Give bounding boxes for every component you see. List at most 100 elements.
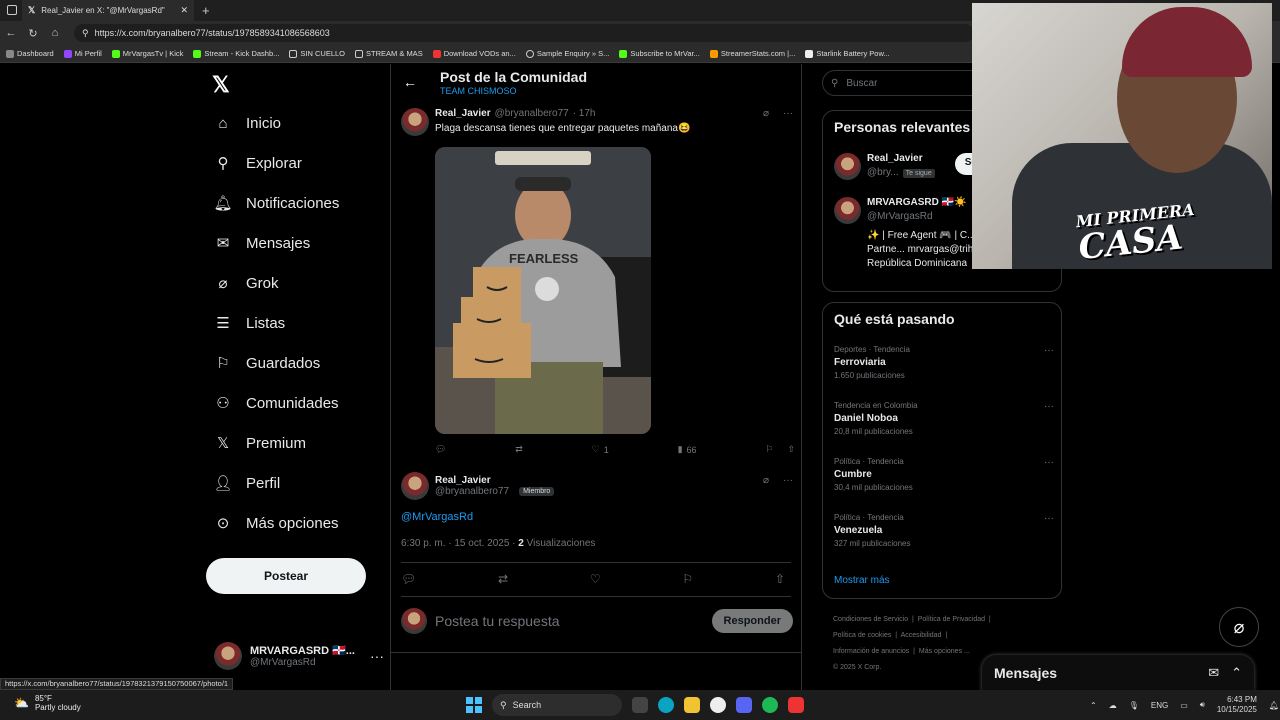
nav-explore[interactable]: ⚲ Explorar: [214, 154, 302, 173]
nav-profile[interactable]: 👤︎ Perfil: [213, 474, 280, 493]
tab-actions-icon[interactable]: [7, 5, 17, 15]
show-more-link[interactable]: Mostrar más: [834, 575, 890, 586]
trend-item[interactable]: Deportes · Tendencia Ferroviaria 1.650 p…: [834, 345, 1054, 380]
site-info-icon[interactable]: ⚲: [82, 28, 89, 39]
more-dots-icon[interactable]: ···: [1044, 457, 1054, 468]
reply-input[interactable]: Postea tu respuesta: [435, 613, 560, 629]
back-icon[interactable]: ←: [0, 27, 22, 39]
new-tab-icon[interactable]: +: [202, 3, 210, 18]
relevant-person[interactable]: Real_Javier @bry... Te sigue Se: [834, 153, 987, 180]
chrome-icon[interactable]: [710, 697, 726, 713]
more-dots-icon[interactable]: ···: [783, 108, 793, 119]
nav-messages[interactable]: ✉ Mensajes: [214, 234, 311, 253]
bookmark-item[interactable]: StreamerStats.com |...: [709, 49, 795, 58]
trend-item[interactable]: Tendencia en Colombia Daniel Noboa 20,8 …: [834, 401, 1054, 436]
obs-icon[interactable]: [788, 697, 804, 713]
bookmark-item[interactable]: STREAM & MAS: [355, 49, 423, 58]
author-handle[interactable]: @bryanalbero77: [495, 108, 569, 119]
author-handle[interactable]: @bryanalbero77: [435, 486, 509, 497]
trend-item[interactable]: Política · Tendencia Cumbre 30,4 mil pub…: [834, 457, 1054, 492]
more-dots-icon[interactable]: ···: [1044, 401, 1054, 412]
person-name[interactable]: MRVARGASRD 🇩🇴☀️: [867, 197, 967, 208]
reply-action[interactable]: 💬︎: [435, 444, 446, 455]
author-name[interactable]: Real_Javier: [435, 108, 491, 119]
community-link[interactable]: TEAM CHISMOSO: [440, 86, 517, 96]
url-field[interactable]: ⚲ https://x.com/bryanalbero77/status/197…: [74, 24, 974, 42]
bookmark-item[interactable]: SIN CUELLO: [289, 49, 345, 58]
language-indicator[interactable]: ENG: [1151, 701, 1168, 710]
nav-notifications[interactable]: 🔔︎ Notificaciones: [213, 194, 339, 213]
spotify-icon[interactable]: [762, 697, 778, 713]
grok-floating-button[interactable]: ⌀: [1219, 607, 1259, 647]
footer-link[interactable]: Accesibilidad: [901, 632, 942, 639]
footer-link[interactable]: Política de Privacidad: [918, 616, 985, 623]
bookmark-item[interactable]: Dashboard: [6, 49, 54, 58]
community-post[interactable]: Real_Javier @bryanalbero77 · 17h ⌀ ··· P…: [401, 108, 795, 455]
volume-icon[interactable]: 🔊︎: [1200, 700, 1205, 710]
repost-icon[interactable]: ⇄: [498, 572, 508, 586]
nav-premium[interactable]: 𝕏 Premium: [214, 434, 306, 453]
discord-icon[interactable]: [736, 697, 752, 713]
avatar[interactable]: [401, 108, 429, 136]
home-icon[interactable]: ⌂: [44, 27, 66, 39]
new-message-icon[interactable]: ✉: [1208, 665, 1219, 681]
more-dots-icon[interactable]: ···: [1044, 345, 1054, 356]
nav-more[interactable]: ⊙ Más opciones: [214, 514, 339, 533]
tab-close-icon[interactable]: ✕: [180, 5, 188, 16]
reply-button[interactable]: Responder: [711, 609, 793, 633]
notification-icon[interactable]: 🔔︎: [1269, 701, 1279, 710]
grok-icon[interactable]: ⌀: [763, 108, 769, 119]
grok-icon[interactable]: ⌀: [763, 475, 769, 486]
bookmark-item[interactable]: Sample Enquiry » S...: [525, 49, 609, 58]
expand-up-icon[interactable]: ⌃: [1231, 665, 1242, 681]
nav-grok[interactable]: ⌀ Grok: [214, 274, 278, 293]
more-dots-icon[interactable]: ···: [1044, 513, 1054, 524]
post-image[interactable]: FEARLESS: [435, 147, 651, 434]
mention-link[interactable]: @MrVargasRd: [401, 511, 473, 523]
share-icon[interactable]: ⇧: [787, 444, 795, 455]
views-action[interactable]: ▮ 66: [678, 444, 697, 455]
weather-widget[interactable]: ⛅ 85°F Partly cloudy: [14, 694, 81, 712]
author-name[interactable]: Real_Javier: [435, 475, 491, 486]
heart-icon[interactable]: ♡: [590, 572, 601, 586]
bookmark-item[interactable]: Mi Perfil: [63, 49, 102, 58]
reply-timestamp[interactable]: 6:30 p. m. · 15 oct. 2025 ·: [401, 538, 516, 549]
browser-tab[interactable]: 𝕏 Real_Javier en X: "@MrVargasRd" ✕: [22, 0, 194, 21]
bookmark-icon[interactable]: ⚐: [765, 444, 773, 455]
footer-link[interactable]: Política de cookies: [833, 632, 891, 639]
nav-communities[interactable]: ⚇ Comunidades: [214, 394, 338, 413]
refresh-icon[interactable]: ↻: [22, 27, 44, 40]
mic-icon[interactable]: 🎙︎: [1129, 701, 1139, 710]
person-handle[interactable]: @MrVargasRd: [867, 211, 967, 222]
person-name[interactable]: Real_Javier: [867, 153, 935, 164]
bookmark-item[interactable]: Subscribe to MrVar...: [619, 49, 700, 58]
bookmark-item[interactable]: Download VODs an...: [432, 49, 516, 58]
repost-action[interactable]: ⇄: [515, 444, 523, 455]
nav-lists[interactable]: ☰ Listas: [214, 314, 285, 333]
network-icon[interactable]: ▭: [1180, 701, 1188, 710]
back-arrow-icon[interactable]: ←: [403, 74, 417, 90]
more-dots-icon[interactable]: ···: [783, 475, 793, 486]
windows-start-icon[interactable]: [466, 697, 482, 713]
like-action[interactable]: ♡ 1: [592, 444, 609, 455]
more-dots-icon[interactable]: ···: [370, 648, 384, 664]
bookmark-item[interactable]: Starlink Battery Pow...: [805, 49, 890, 58]
footer-link[interactable]: Más opciones ...: [919, 648, 970, 655]
post-button[interactable]: Postear: [206, 558, 366, 594]
nav-bookmarks[interactable]: ⚐ Guardados: [214, 354, 320, 373]
messages-drawer[interactable]: Mensajes ✉ ⌃: [982, 655, 1254, 691]
account-switcher[interactable]: MRVARGASRD 🇩🇴... @MrVargasRd ···: [214, 642, 384, 670]
reply-icon[interactable]: 💬︎: [401, 572, 416, 586]
clock[interactable]: 6:43 PM 10/15/2025: [1217, 695, 1257, 715]
edge-icon[interactable]: [658, 697, 674, 713]
avatar[interactable]: [834, 153, 861, 180]
footer-link[interactable]: Condiciones de Servicio: [833, 616, 908, 623]
avatar[interactable]: [401, 472, 429, 500]
bookmark-item[interactable]: Stream - Kick Dashb...: [193, 49, 279, 58]
trend-item[interactable]: Política · Tendencia Venezuela 327 mil p…: [834, 513, 1054, 548]
post-time[interactable]: · 17h: [573, 108, 596, 119]
footer-link[interactable]: Información de anuncios: [833, 648, 909, 655]
chevron-up-icon[interactable]: ⌃: [1090, 701, 1097, 710]
avatar[interactable]: [834, 197, 861, 224]
cloud-icon[interactable]: ☁: [1109, 701, 1117, 710]
